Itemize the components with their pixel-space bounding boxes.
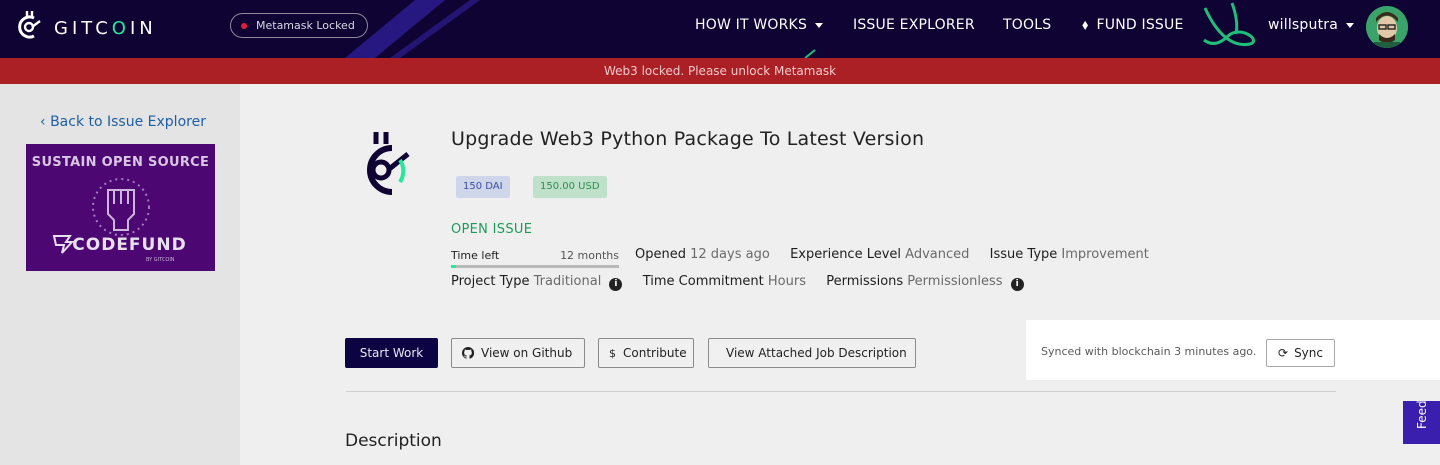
metamask-status-text: Metamask Locked <box>256 19 355 32</box>
project-type-label: Project Type <box>451 274 530 289</box>
nav-fund-issue-label: FUND ISSUE <box>1096 17 1184 33</box>
description-heading: Description <box>345 431 442 451</box>
nav-fund-issue[interactable]: ⬧ FUND ISSUE <box>1082 17 1184 33</box>
back-link-label: Back to Issue Explorer <box>50 114 206 130</box>
gitcoin-issue-logo-icon <box>367 132 410 195</box>
meta-row-2: Project Type Traditional i Time Commitme… <box>451 274 1024 291</box>
view-job-description-button[interactable]: View Attached Job Description <box>708 338 916 368</box>
nav-how-it-works-label: HOW IT WORKS <box>695 17 808 33</box>
nav-tools[interactable]: TOOLS <box>1003 17 1051 33</box>
nav-issue-explorer[interactable]: ISSUE EXPLORER <box>853 17 975 33</box>
view-github-label: View on Github <box>481 346 573 360</box>
nav-how-it-works[interactable]: HOW IT WORKS <box>695 17 824 33</box>
experience-label: Experience Level <box>790 247 902 262</box>
codefund-ad[interactable]: SUSTAIN OPEN SOURCE CODEFUND BY GITCOIN <box>26 144 215 271</box>
metamask-status-pill: Metamask Locked <box>230 13 368 38</box>
raised-fist-icon <box>92 178 150 236</box>
experience-value: Advanced <box>905 247 970 262</box>
opened-value: 12 days ago <box>690 247 770 262</box>
project-type-value: Traditional <box>533 274 602 289</box>
gitcoin-logo[interactable]: GITCOIN <box>16 9 157 43</box>
back-to-explorer-link[interactable]: ‹ Back to Issue Explorer <box>40 114 206 130</box>
ethereum-icon: ⬧ <box>1082 17 1089 33</box>
contribute-label: Contribute <box>623 346 687 360</box>
issue-detail: Upgrade Web3 Python Package To Latest Ve… <box>240 84 1440 465</box>
permissions-value: Permissionless <box>907 274 1003 289</box>
issue-type-label: Issue Type <box>989 247 1058 262</box>
sync-button[interactable]: ⟳ Sync <box>1266 339 1335 367</box>
info-icon[interactable]: i <box>1010 278 1024 291</box>
gitcoin-logo-icon <box>18 11 41 39</box>
top-navbar: GITCOIN Metamask Locked HOW IT WORKS ISS… <box>0 0 1440 58</box>
locked-status-dot <box>241 22 247 29</box>
left-sidebar: ‹ Back to Issue Explorer SUSTAIN OPEN SO… <box>0 84 240 465</box>
issue-status: OPEN ISSUE <box>451 222 533 237</box>
nav-tools-label: TOOLS <box>1003 17 1052 33</box>
time-left: Time left 12 months <box>451 249 619 262</box>
contribute-button[interactable]: $ Contribute <box>598 338 694 368</box>
section-divider <box>346 391 1336 392</box>
avatar[interactable] <box>1366 6 1408 48</box>
chevron-down-icon <box>815 22 824 28</box>
meta-row-1: Opened 12 days ago Experience Level Adva… <box>635 247 1149 262</box>
ad-sub: BY GITCOIN <box>146 257 175 263</box>
issue-title: Upgrade Web3 Python Package To Latest Ve… <box>451 128 925 150</box>
logo-wordmark: GITCOIN <box>54 17 157 39</box>
time-left-label: Time left <box>451 249 500 262</box>
time-commitment-value: Hours <box>767 274 806 289</box>
chevron-left-icon: ‹ <box>40 114 46 130</box>
sync-panel: Synced with blockchain 3 minutes ago. ⟳ … <box>1026 320 1440 380</box>
token-amount-badge: 150 DAI <box>456 176 510 198</box>
web3-locked-alert: Web3 locked. Please unlock Metamask <box>0 58 1440 84</box>
time-left-value: 12 months <box>560 249 619 262</box>
sync-button-label: Sync <box>1294 346 1323 360</box>
time-left-progress-fill <box>451 265 457 268</box>
opened-label: Opened <box>635 247 686 262</box>
nav-issue-explorer-label: ISSUE EXPLORER <box>853 17 975 33</box>
info-icon[interactable]: i <box>609 278 623 291</box>
refresh-icon: ⟳ <box>1278 346 1289 360</box>
issue-type-value: Improvement <box>1061 247 1149 262</box>
ad-title: SUSTAIN OPEN SOURCE <box>31 155 210 170</box>
dollar-icon: $ <box>609 346 616 360</box>
permissions-label: Permissions <box>826 274 904 289</box>
usd-amount-badge: 150.00 USD <box>533 176 607 198</box>
view-job-label: View Attached Job Description <box>726 346 907 360</box>
view-github-button[interactable]: View on Github <box>451 338 585 368</box>
ad-brand: CODEFUND <box>72 235 187 255</box>
user-menu[interactable]: willsputra <box>1268 17 1354 33</box>
feedback-tab[interactable]: Feedback <box>1403 401 1440 444</box>
start-work-button[interactable]: Start Work <box>345 338 438 368</box>
github-icon <box>462 347 474 359</box>
time-left-progress-bar <box>451 265 619 268</box>
username-label: willsputra <box>1268 17 1338 33</box>
time-commitment-label: Time Commitment <box>642 274 764 289</box>
avatar-image <box>1366 6 1408 48</box>
feedback-label: Feedback <box>1415 401 1429 429</box>
chevron-down-icon <box>1346 22 1354 28</box>
sync-status-text: Synced with blockchain 3 minutes ago. <box>1041 345 1257 358</box>
